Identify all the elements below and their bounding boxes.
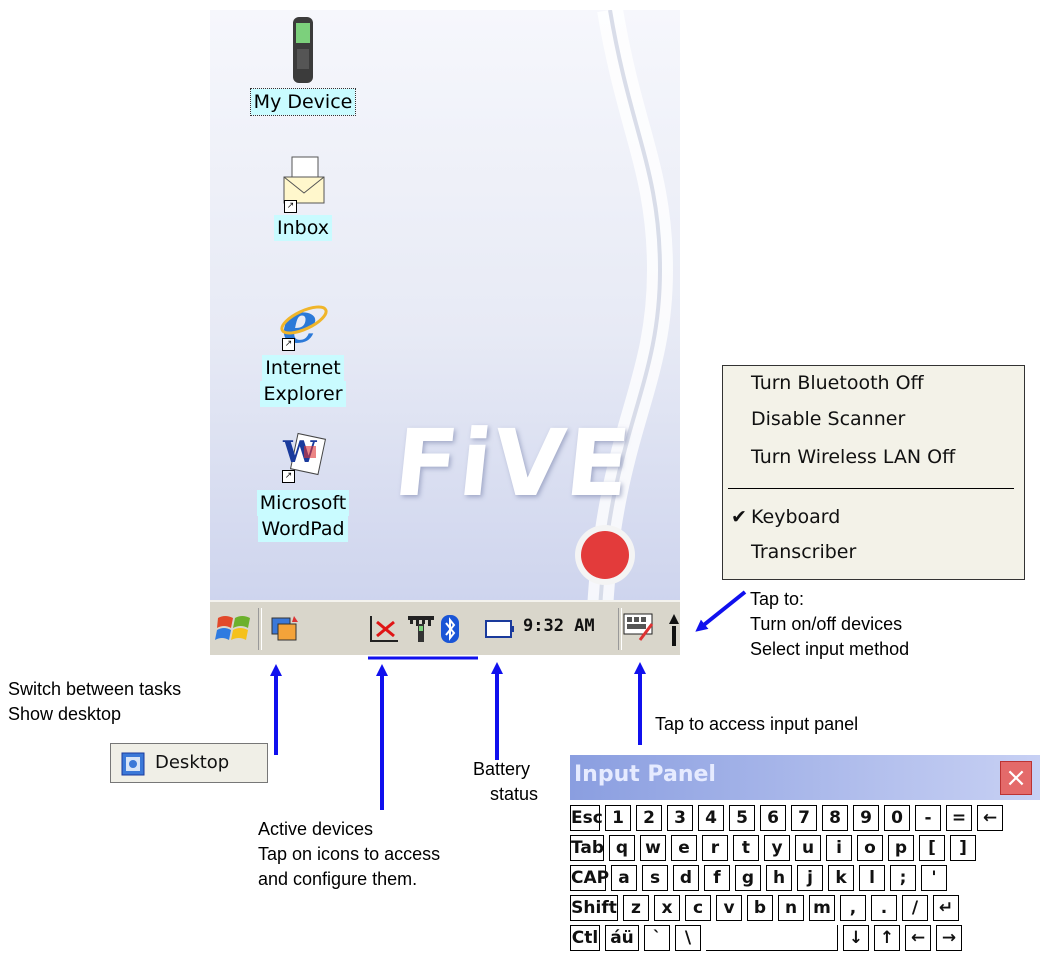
keyboard-key[interactable]: ' [921,865,947,891]
keyboard-key[interactable]: s [642,865,668,891]
space-key[interactable] [706,925,838,951]
keyboard-key[interactable]: - [915,805,941,831]
keyboard-key[interactable]: ` [644,925,670,951]
close-icon[interactable]: × [1000,761,1032,795]
keyboard-key[interactable]: w [640,835,666,861]
keyboard-key[interactable]: r [702,835,728,861]
keyboard-key[interactable]: x [654,895,680,921]
keyboard-key[interactable]: h [766,865,792,891]
keyboard-key[interactable]: 8 [822,805,848,831]
note-tap-input-panel: Tap to access input panel [655,714,859,734]
note-status: status [490,784,539,804]
keyboard-key[interactable]: 9 [853,805,879,831]
input-panel-title: Input Panel [574,762,716,787]
keyboard-key[interactable]: CAP [570,865,609,891]
keyboard-key[interactable]: áü [605,925,639,951]
desktop-button[interactable]: Desktop [110,743,268,783]
keyboard-key[interactable]: 1 [605,805,631,831]
desktop-icon [121,752,145,776]
keyboard-key[interactable]: \ [675,925,701,951]
keyboard-key[interactable]: t [733,835,759,861]
note-configure: and configure them. [258,869,418,889]
desktop-button-label: Desktop [155,752,230,773]
keyboard-key[interactable]: b [747,895,773,921]
keyboard-key[interactable]: ← [905,925,931,951]
note-show-desktop: Show desktop [8,704,122,724]
keyboard-key[interactable]: p [888,835,914,861]
keyboard-key[interactable]: l [859,865,885,891]
note-turn-devices: Turn on/off devices [750,614,903,634]
keyboard-key[interactable]: ↵ [933,895,959,921]
input-panel: Input Panel × Esc 1 2 3 4 5 6 7 8 9 0- = ← Tab q w e r t y u… [570,755,1040,960]
keyboard-key[interactable]: Ctl [570,925,600,951]
keyboard-key[interactable]: 6 [760,805,786,831]
keyboard-key[interactable]: Shift [570,895,618,921]
keyboard-key[interactable]: 5 [729,805,755,831]
keyboard-key[interactable]: Tab [570,835,604,861]
keyboard-key[interactable]: d [673,865,699,891]
keyboard-key[interactable]: 2 [636,805,662,831]
keyboard-key[interactable]: ↑ [874,925,900,951]
keyboard-key[interactable]: q [609,835,635,861]
note-active-devices: Active devices [258,819,374,839]
keyboard-key[interactable]: [ [919,835,945,861]
keyboard-key[interactable]: c [685,895,711,921]
keyboard-key[interactable]: ] [950,835,976,861]
keyboard-key[interactable]: → [936,925,962,951]
keyboard-key[interactable]: g [735,865,761,891]
keyboard-key[interactable]: 0 [884,805,910,831]
keyboard-key[interactable]: n [778,895,804,921]
keyboard-key[interactable]: z [623,895,649,921]
note-switch-tasks: Switch between tasks [8,679,182,699]
note-tap-icons: Tap on icons to access [258,844,441,864]
keyboard-key[interactable]: Esc [570,805,603,831]
note-select-input: Select input method [750,639,910,659]
keyboard-key[interactable]: v [716,895,742,921]
keyboard-key[interactable]: / [902,895,928,921]
note-tap-to: Tap to: [750,589,805,609]
keyboard-key[interactable]: ↓ [843,925,869,951]
keyboard-key[interactable]: o [857,835,883,861]
keyboard-key[interactable]: a [611,865,637,891]
keyboard-key[interactable]: . [871,895,897,921]
keyboard-key[interactable]: u [795,835,821,861]
keyboard-key[interactable]: m [809,895,835,921]
keyboard-key[interactable]: 7 [791,805,817,831]
keyboard-key[interactable]: 3 [667,805,693,831]
keyboard-key[interactable]: 4 [698,805,724,831]
keyboard-key[interactable]: i [826,835,852,861]
keyboard-key[interactable]: y [764,835,790,861]
keyboard-key[interactable]: ; [890,865,916,891]
note-battery: Battery [473,759,531,779]
keyboard-key[interactable]: = [946,805,972,831]
keyboard-key[interactable]: j [797,865,823,891]
keyboard-key[interactable]: f [704,865,730,891]
input-panel-titlebar: Input Panel × [570,755,1040,800]
keyboard-key[interactable]: k [828,865,854,891]
keyboard-key[interactable]: ← [977,805,1003,831]
keyboard-key[interactable]: e [671,835,697,861]
keyboard-key[interactable]: , [840,895,866,921]
